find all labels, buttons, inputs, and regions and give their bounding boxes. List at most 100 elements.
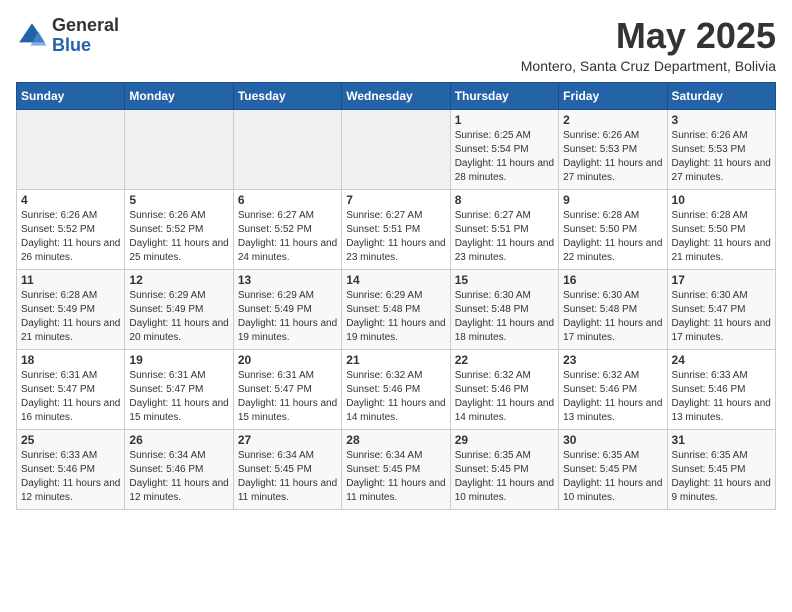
day-info: Sunrise: 6:35 AM Sunset: 5:45 PM Dayligh… [455,449,554,505]
day-number: 30 [563,433,662,447]
day-info: Sunrise: 6:32 AM Sunset: 5:46 PM Dayligh… [455,369,554,425]
day-info: Sunrise: 6:31 AM Sunset: 5:47 PM Dayligh… [129,369,228,425]
day-cell: 20 Sunrise: 6:31 AM Sunset: 5:47 PM Dayli… [233,349,341,429]
day-number: 22 [455,353,554,367]
day-number: 26 [129,433,228,447]
day-cell: 3Sunrise: 6:26 AM Sunset: 5:53 PM Daylig… [667,109,775,189]
day-info: Sunrise: 6:31 AM Sunset: 5:47 PM Dayligh… [238,369,337,425]
week-row-3: 11 Sunrise: 6:28 AM Sunset: 5:49 PM Dayli… [17,269,776,349]
day-number: 28 [346,433,445,447]
header-day-sunday: Sunday [17,82,125,109]
day-cell: 30 Sunrise: 6:35 AM Sunset: 5:45 PM Dayli… [559,429,667,509]
day-number: 20 [238,353,337,367]
calendar-header: SundayMondayTuesdayWednesdayThursdayFrid… [17,82,776,109]
day-info: Sunrise: 6:28 AM Sunset: 5:50 PM Dayligh… [563,209,662,265]
day-info: Sunrise: 6:35 AM Sunset: 5:45 PM Dayligh… [563,449,662,505]
day-number: 8 [455,193,554,207]
day-info: Sunrise: 6:34 AM Sunset: 5:45 PM Dayligh… [346,449,445,505]
day-info: Sunrise: 6:32 AM Sunset: 5:46 PM Dayligh… [346,369,445,425]
header-day-saturday: Saturday [667,82,775,109]
day-cell: 5 Sunrise: 6:26 AM Sunset: 5:52 PM Daylig… [125,189,233,269]
day-cell: 18 Sunrise: 6:31 AM Sunset: 5:47 PM Dayli… [17,349,125,429]
day-info: Sunrise: 6:31 AM Sunset: 5:47 PM Dayligh… [21,369,120,425]
day-number: 9 [563,193,662,207]
day-cell: 8Sunrise: 6:27 AM Sunset: 5:51 PM Daylig… [450,189,558,269]
header-day-wednesday: Wednesday [342,82,450,109]
day-info: Sunrise: 6:30 AM Sunset: 5:47 PM Dayligh… [672,289,771,345]
day-info: Sunrise: 6:25 AM Sunset: 5:54 PM Dayligh… [455,129,554,185]
week-row-1: 1 Sunrise: 6:25 AM Sunset: 5:54 PM Daylig… [17,109,776,189]
day-cell: 1 Sunrise: 6:25 AM Sunset: 5:54 PM Daylig… [450,109,558,189]
logo-text: General Blue [52,16,119,56]
title-block: May 2025 Montero, Santa Cruz Department,… [521,16,776,74]
logo-blue-text: Blue [52,36,119,56]
day-number: 4 [21,193,120,207]
day-info: Sunrise: 6:26 AM Sunset: 5:53 PM Dayligh… [563,129,662,185]
day-number: 11 [21,273,120,287]
day-number: 2 [563,113,662,127]
day-cell: 15Sunrise: 6:30 AM Sunset: 5:48 PM Dayli… [450,269,558,349]
header-day-thursday: Thursday [450,82,558,109]
day-number: 18 [21,353,120,367]
day-cell [17,109,125,189]
header-day-tuesday: Tuesday [233,82,341,109]
day-number: 19 [129,353,228,367]
day-info: Sunrise: 6:33 AM Sunset: 5:46 PM Dayligh… [672,369,771,425]
day-info: Sunrise: 6:29 AM Sunset: 5:49 PM Dayligh… [238,289,337,345]
day-info: Sunrise: 6:30 AM Sunset: 5:48 PM Dayligh… [563,289,662,345]
day-number: 12 [129,273,228,287]
day-cell: 16 Sunrise: 6:30 AM Sunset: 5:48 PM Dayli… [559,269,667,349]
day-cell: 10Sunrise: 6:28 AM Sunset: 5:50 PM Dayli… [667,189,775,269]
day-number: 21 [346,353,445,367]
day-info: Sunrise: 6:26 AM Sunset: 5:52 PM Dayligh… [129,209,228,265]
day-number: 14 [346,273,445,287]
day-info: Sunrise: 6:27 AM Sunset: 5:51 PM Dayligh… [346,209,445,265]
day-cell: 29 Sunrise: 6:35 AM Sunset: 5:45 PM Dayli… [450,429,558,509]
day-number: 5 [129,193,228,207]
calendar-body: 1 Sunrise: 6:25 AM Sunset: 5:54 PM Daylig… [17,109,776,509]
day-number: 17 [672,273,771,287]
day-number: 6 [238,193,337,207]
logo-general: General [52,16,119,36]
day-info: Sunrise: 6:32 AM Sunset: 5:46 PM Dayligh… [563,369,662,425]
day-number: 16 [563,273,662,287]
day-number: 27 [238,433,337,447]
day-number: 13 [238,273,337,287]
month-title: May 2025 [521,16,776,56]
header-row: SundayMondayTuesdayWednesdayThursdayFrid… [17,82,776,109]
logo: General Blue [16,16,119,56]
week-row-5: 25Sunrise: 6:33 AM Sunset: 5:46 PM Dayli… [17,429,776,509]
day-info: Sunrise: 6:29 AM Sunset: 5:49 PM Dayligh… [129,289,228,345]
day-number: 15 [455,273,554,287]
day-cell: 26 Sunrise: 6:34 AM Sunset: 5:46 PM Dayli… [125,429,233,509]
day-cell [125,109,233,189]
day-cell: 7 Sunrise: 6:27 AM Sunset: 5:51 PM Daylig… [342,189,450,269]
day-number: 24 [672,353,771,367]
day-info: Sunrise: 6:28 AM Sunset: 5:49 PM Dayligh… [21,289,120,345]
header-day-friday: Friday [559,82,667,109]
day-cell: 17 Sunrise: 6:30 AM Sunset: 5:47 PM Dayli… [667,269,775,349]
day-number: 1 [455,113,554,127]
day-cell: 9 Sunrise: 6:28 AM Sunset: 5:50 PM Daylig… [559,189,667,269]
day-number: 23 [563,353,662,367]
logo-icon [16,20,48,52]
day-cell: 4 Sunrise: 6:26 AM Sunset: 5:52 PM Daylig… [17,189,125,269]
day-cell: 27Sunrise: 6:34 AM Sunset: 5:45 PM Dayli… [233,429,341,509]
location-subtitle: Montero, Santa Cruz Department, Bolivia [521,58,776,74]
day-info: Sunrise: 6:26 AM Sunset: 5:52 PM Dayligh… [21,209,120,265]
day-info: Sunrise: 6:33 AM Sunset: 5:46 PM Dayligh… [21,449,120,505]
day-cell [342,109,450,189]
day-cell: 23 Sunrise: 6:32 AM Sunset: 5:46 PM Dayli… [559,349,667,429]
day-info: Sunrise: 6:34 AM Sunset: 5:46 PM Dayligh… [129,449,228,505]
header-day-monday: Monday [125,82,233,109]
day-cell: 22 Sunrise: 6:32 AM Sunset: 5:46 PM Dayli… [450,349,558,429]
day-cell: 31Sunrise: 6:35 AM Sunset: 5:45 PM Dayli… [667,429,775,509]
day-cell: 19 Sunrise: 6:31 AM Sunset: 5:47 PM Dayli… [125,349,233,429]
day-number: 29 [455,433,554,447]
calendar-table: SundayMondayTuesdayWednesdayThursdayFrid… [16,82,776,510]
day-number: 7 [346,193,445,207]
day-cell: 24 Sunrise: 6:33 AM Sunset: 5:46 PM Dayli… [667,349,775,429]
day-cell: 2 Sunrise: 6:26 AM Sunset: 5:53 PM Daylig… [559,109,667,189]
day-cell: 25Sunrise: 6:33 AM Sunset: 5:46 PM Dayli… [17,429,125,509]
day-cell [233,109,341,189]
